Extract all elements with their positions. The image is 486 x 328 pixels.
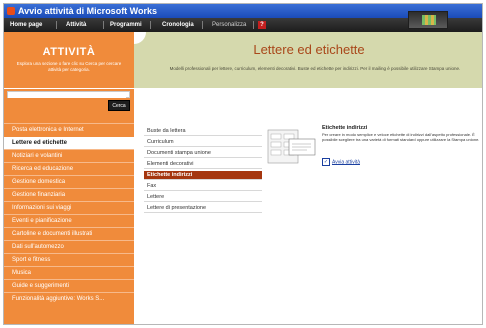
category-additional-features[interactable]: Funzionalità aggiuntive: Works S... [4, 292, 134, 305]
category-research-education[interactable]: Ricerca ed educazione [4, 162, 134, 175]
menu-customize[interactable]: Personalizza [212, 22, 246, 28]
menu-home[interactable]: Home page [10, 22, 42, 28]
category-guides-tips[interactable]: Guide e suggerimenti [4, 279, 134, 292]
address-labels-preview-icon [267, 129, 316, 164]
brand-title: ATTIVITÀ [42, 46, 96, 58]
window-title: Avvio attività di Microsoft Works [18, 6, 158, 16]
start-task-link[interactable]: ✓ Avvia attività [322, 158, 360, 166]
help-label: ? [260, 22, 264, 28]
sidebar: ATTIVITÀ Esplora una sezione o fare clic… [4, 32, 134, 324]
category-sports-fitness[interactable]: Sport e fitness [4, 253, 134, 266]
menu-separator [150, 21, 151, 29]
category-cards-documents[interactable]: Cartoline e documenti illustrati [4, 227, 134, 240]
task-envelopes[interactable]: Buste da lettera [144, 127, 262, 136]
category-travel[interactable]: Informazioni sui viaggi [4, 201, 134, 214]
page-subtitle: Modelli professionali per lettere, curri… [169, 66, 461, 71]
task-resume[interactable]: Curriculum [144, 138, 262, 147]
category-finance[interactable]: Gestione finanziaria [4, 188, 134, 201]
page-title: Lettere ed etichette [253, 42, 365, 57]
task-letters[interactable]: Lettere [144, 193, 262, 202]
task-cover-letters[interactable]: Lettere di presentazione [144, 204, 262, 213]
category-events-planning[interactable]: Eventi e pianificazione [4, 214, 134, 227]
works-task-launcher-window: Avvio attività di Microsoft Works Home p… [3, 3, 483, 325]
detail-description: Per creare in modo semplice e veloce eti… [322, 132, 480, 142]
start-task-label: Avvia attività [332, 159, 360, 166]
start-task-icon: ✓ [322, 158, 330, 166]
search-input[interactable] [8, 92, 126, 98]
menu-programs[interactable]: Programmi [110, 22, 142, 28]
task-address-labels[interactable]: Etichette indirizzi [144, 171, 262, 180]
menu-history[interactable]: Cronologia [162, 22, 194, 28]
brand-tagline: Esplora una sezione o fare clic su Cerca… [16, 61, 122, 72]
menu-separator [202, 21, 203, 29]
windows-logo-icon [408, 11, 448, 29]
category-home-management[interactable]: Gestione domestica [4, 175, 134, 188]
menu-separator [103, 21, 104, 29]
menu-tasks[interactable]: Attività [66, 22, 86, 28]
category-email-internet[interactable]: Posta elettronica e Internet [4, 123, 134, 136]
works-app-icon [7, 7, 15, 15]
help-icon[interactable]: ? [258, 21, 266, 29]
task-mail-merge[interactable]: Documenti stampa unione [144, 149, 262, 158]
task-decorative-elements[interactable]: Elementi decorativi [144, 160, 262, 169]
category-newsletters-flyers[interactable]: Notiziari e volantini [4, 149, 134, 162]
category-music[interactable]: Musica [4, 266, 134, 279]
detail-title: Etichette indirizzi [322, 125, 368, 131]
category-letters-labels[interactable]: Lettere ed etichette [4, 136, 134, 149]
category-vehicle[interactable]: Dati sull'automezzo [4, 240, 134, 253]
sidebar-logo: ATTIVITÀ Esplora una sezione o fare clic… [4, 32, 134, 89]
search-field[interactable] [7, 91, 130, 98]
menu-separator [56, 21, 57, 29]
menu-separator [253, 21, 254, 29]
search-button[interactable]: Cerca [108, 100, 130, 111]
task-fax[interactable]: Fax [144, 182, 262, 191]
content-header [134, 32, 482, 88]
